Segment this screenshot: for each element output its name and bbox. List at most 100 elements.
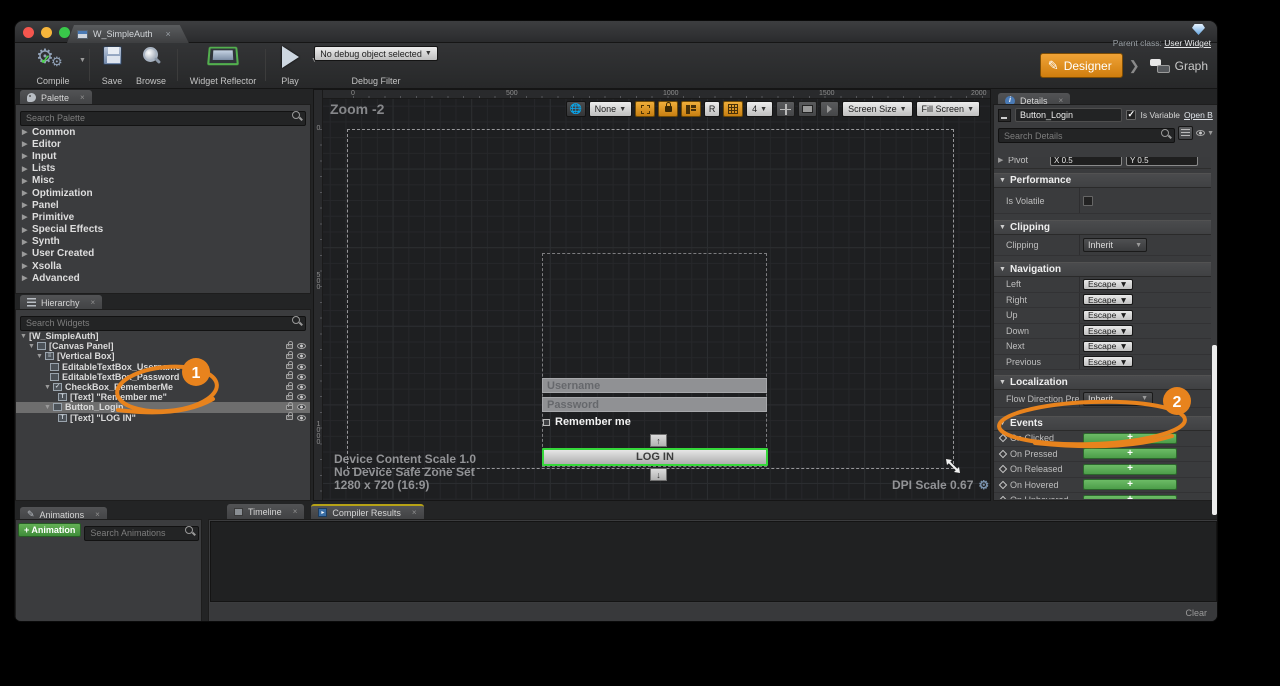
grid-size-dropdown[interactable]: 4▼ [746, 101, 773, 117]
designer-mode-button[interactable]: ✎ Designer [1040, 53, 1123, 78]
palette-category-panel[interactable]: ▶Panel [16, 199, 310, 211]
section-performance[interactable]: ▼Performance [994, 173, 1211, 188]
palette-category-advanced[interactable]: ▶Advanced [16, 272, 310, 284]
play-button[interactable]: Play [273, 46, 307, 86]
section-navigation[interactable]: ▼Navigation [994, 262, 1211, 277]
palette-category-misc[interactable]: ▶Misc [16, 175, 310, 187]
none-dropdown[interactable]: None▼ [589, 101, 632, 117]
lock-icon[interactable] [286, 405, 293, 410]
hierarchy-item-editabletextbox-password[interactable]: EditableTextBox_Password [16, 372, 310, 382]
zoom-window-button[interactable] [59, 27, 70, 38]
lock-icon[interactable] [286, 354, 293, 359]
browse-button[interactable]: Browse [131, 46, 171, 86]
nav-up-dropdown[interactable]: Escape▼ [1083, 310, 1133, 321]
password-textbox[interactable]: Password [542, 397, 767, 412]
palette-category-xsolla[interactable]: ▶Xsolla [16, 260, 310, 272]
property-matrix-button[interactable] [1178, 126, 1193, 140]
pivot-y-field[interactable]: Y 0.5 [1126, 157, 1198, 166]
add-on-unhovered-event-button[interactable]: + [1083, 495, 1177, 499]
close-icon[interactable]: × [293, 507, 298, 516]
close-icon[interactable]: × [95, 510, 100, 519]
dpi-gear-icon[interactable]: ⚙ [978, 478, 989, 492]
add-animation-button[interactable]: + Animation [18, 523, 81, 537]
compile-button[interactable]: ⚙⚙✓ Compile [27, 46, 79, 86]
palette-tab[interactable]: Palette × [20, 90, 92, 105]
palette-category-synth[interactable]: ▶Synth [16, 236, 310, 248]
pivot-x-field[interactable]: X 0.5 [1050, 157, 1122, 166]
clipping-dropdown[interactable]: Inherit▼ [1083, 238, 1147, 252]
close-icon[interactable]: × [91, 298, 96, 307]
nav-next-dropdown[interactable]: Escape▼ [1083, 341, 1133, 352]
section-clipping[interactable]: ▼Clipping [994, 220, 1211, 235]
hierarchy-item-text-remember-me[interactable]: T [Text] "Remember me" [16, 392, 310, 402]
document-tab[interactable]: W_SimpleAuth × [67, 25, 189, 43]
hierarchy-item-vertical-box[interactable]: ▼≡ [Vertical Box] [16, 351, 310, 361]
designer-canvas[interactable]: 0 500 1000 1500 2000 0 500 1000 Zoom -2 … [313, 89, 991, 501]
r-toggle-button[interactable]: R [704, 101, 720, 117]
hierarchy-item-checkbox-rememberme[interactable]: ▼✓ CheckBox_RememberMe [16, 382, 310, 392]
outline-toggle-button[interactable] [635, 101, 655, 117]
is-volatile-checkbox[interactable] [1083, 196, 1093, 206]
widget-name-field[interactable]: Button_Login [1015, 108, 1122, 122]
details-scrollbar[interactable] [1212, 345, 1217, 515]
compiler-results-log[interactable] [210, 521, 1217, 602]
hierarchy-item-root[interactable]: ▼[W_SimpleAuth] [16, 331, 310, 341]
respect-locks-button[interactable] [681, 101, 701, 117]
nav-down-dropdown[interactable]: Escape▼ [1083, 325, 1133, 336]
palette-category-special-effects[interactable]: ▶Special Effects [16, 224, 310, 236]
hierarchy-item-text-log-in[interactable]: T [Text] "LOG IN" [16, 413, 310, 423]
clear-button[interactable]: Clear [1185, 608, 1207, 618]
nav-previous-dropdown[interactable]: Escape▼ [1083, 356, 1133, 367]
localization-preview-button[interactable]: 🌐 [566, 101, 586, 117]
minimize-window-button[interactable] [41, 27, 52, 38]
hierarchy-search-input[interactable] [20, 316, 306, 331]
palette-category-lists[interactable]: ▶Lists [16, 163, 310, 175]
lock-icon[interactable] [286, 395, 293, 400]
add-on-clicked-event-button[interactable]: + [1083, 433, 1177, 444]
add-on-released-event-button[interactable]: + [1083, 464, 1177, 475]
visibility-icon[interactable] [297, 404, 306, 410]
compile-options-arrow[interactable]: ▼ [79, 57, 86, 64]
parent-class-link[interactable]: User Widget [1164, 38, 1211, 48]
hierarchy-item-canvas-panel[interactable]: ▼ [Canvas Panel] [16, 341, 310, 351]
add-on-pressed-event-button[interactable]: + [1083, 448, 1177, 459]
debug-object-dropdown[interactable]: No debug object selected▼ [314, 46, 438, 61]
graph-mode-button[interactable]: Graph [1146, 59, 1212, 73]
preview-background-button[interactable] [798, 101, 817, 117]
palette-category-input[interactable]: ▶Input [16, 150, 310, 162]
nav-right-dropdown[interactable]: Escape▼ [1083, 294, 1133, 305]
hierarchy-tab[interactable]: Hierarchy × [20, 295, 102, 310]
close-icon[interactable]: × [80, 93, 85, 102]
transform-mode-button[interactable] [776, 101, 795, 117]
lock-icon[interactable] [286, 364, 293, 369]
lock-icon[interactable] [286, 415, 293, 420]
lock-icon[interactable] [286, 374, 293, 379]
gem-icon[interactable] [1192, 24, 1205, 35]
palette-category-primitive[interactable]: ▶Primitive [16, 211, 310, 223]
hierarchy-item-button-login[interactable]: ▼ Button_Login [16, 402, 310, 412]
section-events[interactable]: ▼Events [994, 416, 1211, 431]
close-window-button[interactable] [23, 27, 34, 38]
palette-search-input[interactable] [20, 111, 306, 126]
palette-category-common[interactable]: ▶Common [16, 126, 310, 138]
reorder-up-handle[interactable]: ↑ [650, 434, 667, 447]
compiler-results-tab[interactable]: ▸ Compiler Results × [311, 504, 423, 519]
tab-close-icon[interactable]: × [166, 29, 171, 39]
animations-search-input[interactable] [84, 526, 199, 541]
visibility-icon[interactable] [297, 364, 306, 370]
nav-left-dropdown[interactable]: Escape▼ [1083, 279, 1133, 290]
timeline-tab[interactable]: Timeline × [227, 504, 304, 519]
open-link[interactable]: Open B [1184, 110, 1214, 120]
grid-snap-button[interactable] [723, 101, 743, 117]
hierarchy-item-editabletextbox-username[interactable]: EditableTextBox_Username [16, 362, 310, 372]
visibility-icon[interactable] [297, 353, 306, 359]
details-search-input[interactable] [998, 128, 1175, 143]
username-textbox[interactable]: Username [542, 378, 767, 393]
visibility-icon[interactable] [297, 415, 306, 421]
widget-thumbnail-icon[interactable] [998, 109, 1011, 122]
visibility-icon[interactable] [297, 374, 306, 380]
lock-icon[interactable] [286, 385, 293, 390]
save-button[interactable]: Save [95, 46, 129, 86]
close-icon[interactable]: × [412, 508, 417, 517]
reorder-down-handle[interactable]: ↓ [650, 468, 667, 481]
